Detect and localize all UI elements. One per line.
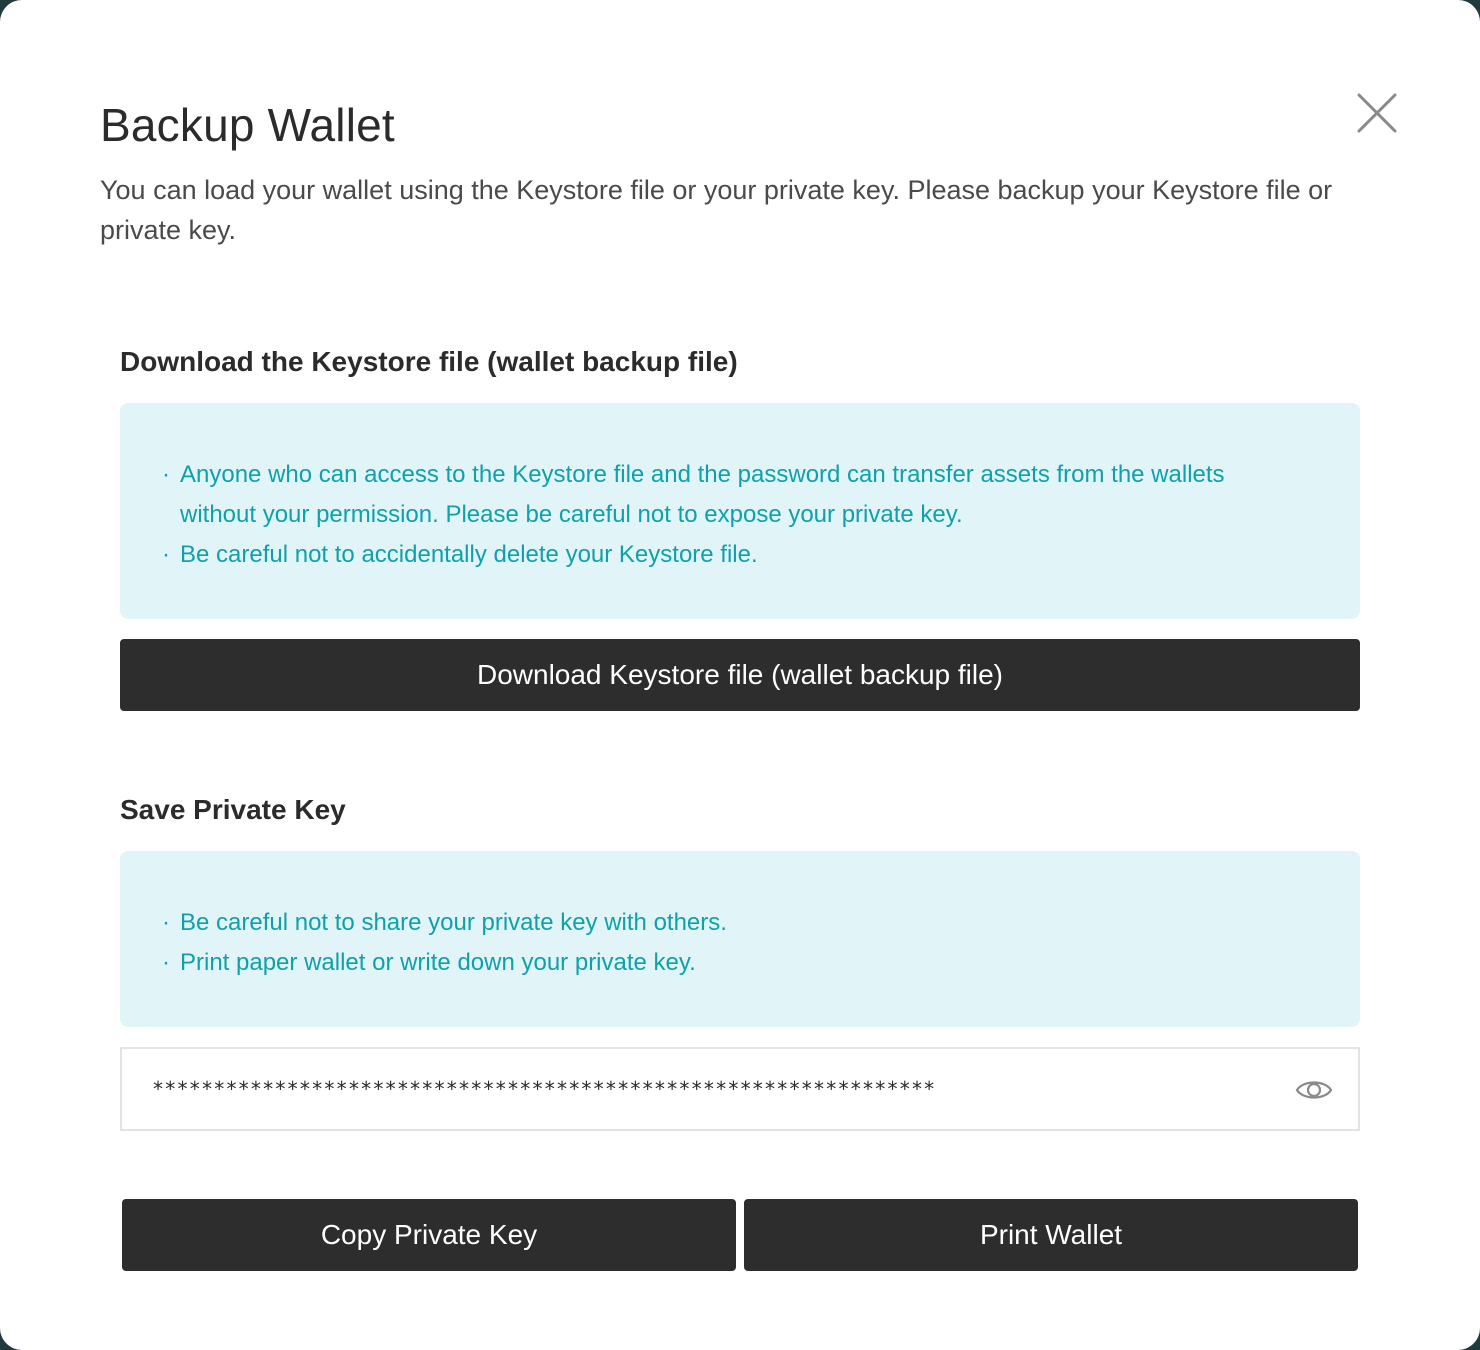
private-key-note: Print paper wallet or write down your pr… (162, 943, 1300, 983)
keystore-warning-box: Anyone who can access to the Keystore fi… (120, 403, 1360, 619)
keystore-note: Be careful not to accidentally delete yo… (162, 535, 1300, 575)
keystore-section-title: Download the Keystore file (wallet backu… (120, 346, 738, 377)
private-key-note: Be careful not to share your private key… (162, 903, 1300, 943)
copy-private-key-button[interactable]: Copy Private Key (122, 1199, 736, 1271)
close-icon (1357, 93, 1397, 133)
modal-subtitle: You can load your wallet using the Keyst… (100, 175, 1333, 245)
eye-icon (1295, 1081, 1333, 1099)
toggle-visibility-button[interactable] (1294, 1075, 1334, 1105)
print-wallet-button[interactable]: Print Wallet (744, 1199, 1358, 1271)
private-key-warning-box: Be careful not to share your private key… (120, 851, 1360, 1027)
keystore-note: Anyone who can access to the Keystore fi… (162, 455, 1300, 535)
modal-title: Backup Wallet (100, 99, 395, 151)
private-key-section-title: Save Private Key (120, 794, 346, 825)
close-button[interactable] (1354, 90, 1400, 136)
private-key-input[interactable] (152, 1067, 1272, 1111)
private-key-notes-list: Be careful not to share your private key… (162, 903, 1300, 983)
keystore-notes-list: Anyone who can access to the Keystore fi… (162, 455, 1300, 575)
download-keystore-button[interactable]: Download Keystore file (wallet backup fi… (120, 639, 1360, 711)
backup-wallet-modal: Backup Wallet You can load your wallet u… (0, 0, 1480, 1350)
private-key-field (120, 1047, 1360, 1131)
